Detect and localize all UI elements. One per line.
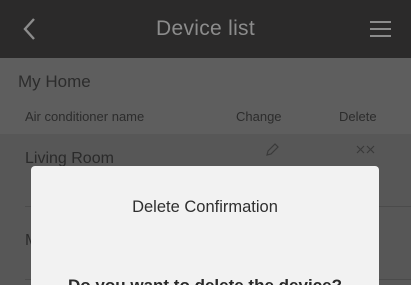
menu-button[interactable] <box>366 17 394 41</box>
hamburger-menu-icon <box>370 21 391 23</box>
dialog-title: Delete Confirmation <box>132 198 278 216</box>
column-header-change: Change <box>236 109 282 124</box>
column-header-delete: Delete <box>339 109 377 124</box>
home-title: My Home <box>18 72 91 91</box>
app-header: Device list <box>0 0 411 58</box>
delete-confirmation-dialog: Delete Confirmation Do you want to delet… <box>31 166 379 285</box>
device-list-screen: Device list My Home Air conditioner name… <box>0 0 411 285</box>
edit-icon[interactable] <box>264 142 280 158</box>
dialog-message: Do you want to delete the device? <box>31 276 379 285</box>
page-title: Device list <box>156 17 255 40</box>
delete-icon[interactable] <box>355 144 377 158</box>
column-header-name: Air conditioner name <box>25 109 145 124</box>
